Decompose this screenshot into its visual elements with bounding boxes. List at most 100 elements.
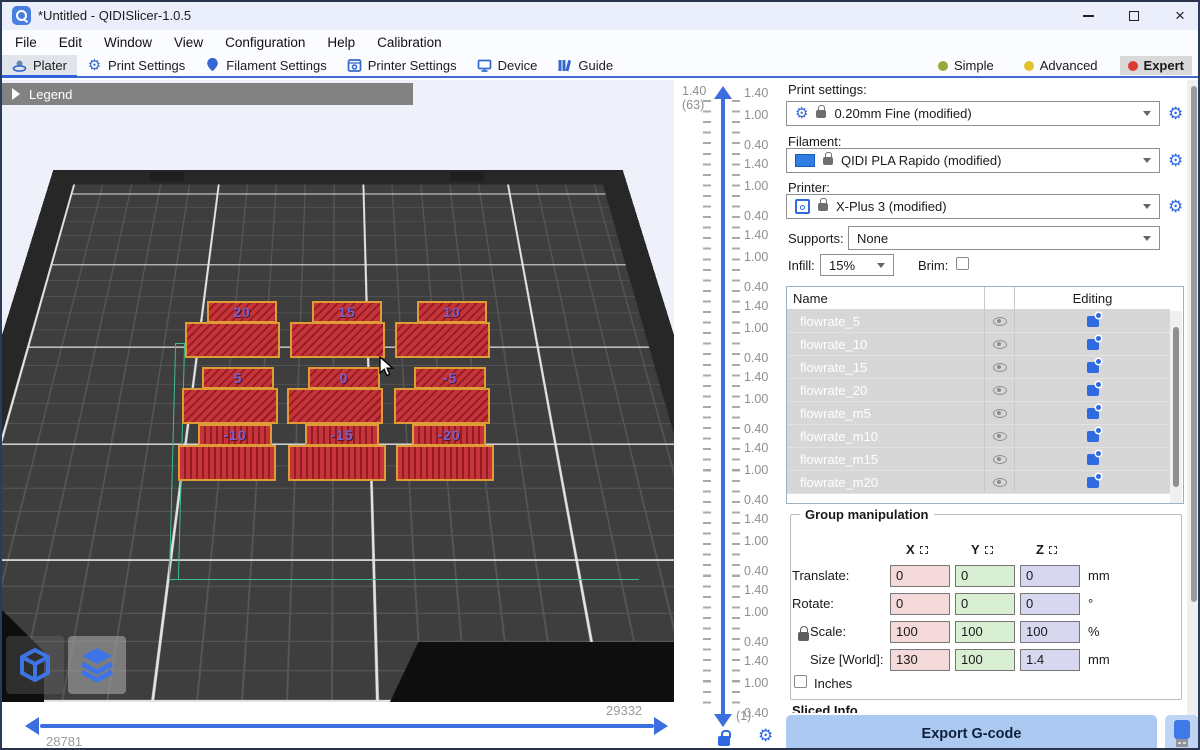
object-editing-icon[interactable] [1087,477,1099,488]
slider-settings-gear-icon[interactable]: ⚙ [758,726,773,746]
preview-layers-view-button[interactable] [68,636,126,694]
print-settings-dropdown[interactable]: ⚙ 0.20mm Fine (modified) [786,101,1160,126]
slider-left-arrow-icon[interactable] [25,717,39,735]
print-settings-edit-gear-icon[interactable]: ⚙ [1168,104,1183,124]
sizeworld-y-input[interactable]: 100 [955,649,1015,671]
filament-dropdown[interactable]: QIDI PLA Rapido (modified) [786,148,1160,173]
calibration-plate[interactable] [287,388,383,424]
minimize-button[interactable] [1068,2,1108,30]
panel-scroll-thumb[interactable] [1191,86,1197,602]
plate-value-tab[interactable]: 15 [312,301,382,323]
panel-scrollbar[interactable] [1187,80,1200,715]
object-row[interactable]: flowrate_10 [787,333,1170,356]
menu-edit[interactable]: Edit [48,30,93,55]
horizontal-move-slider[interactable]: 28781 29332 [2,702,674,750]
object-row[interactable]: flowrate_m10 [787,425,1170,448]
3d-editor-view-button[interactable] [6,636,64,694]
printer-edit-gear-icon[interactable]: ⚙ [1168,197,1183,217]
close-button[interactable]: × [1160,2,1200,30]
visibility-eye-icon[interactable] [993,432,1007,441]
rotate-z-input[interactable]: 0 [1020,593,1080,615]
plate-value-tab[interactable]: -10 [198,424,272,446]
visibility-eye-icon[interactable] [993,340,1007,349]
menu-view[interactable]: View [163,30,214,55]
object-row[interactable]: flowrate_m5 [787,402,1170,425]
maximize-button[interactable] [1114,2,1154,30]
mode-advanced[interactable]: Advanced [1016,56,1106,75]
tab-filament-settings[interactable]: Filament Settings [195,55,336,76]
rotate-y-input[interactable]: 0 [955,593,1015,615]
object-row[interactable]: flowrate_m15 [787,448,1170,471]
uniform-scale-lock-icon[interactable] [798,632,809,641]
plate-value-tab[interactable]: -5 [414,367,486,389]
calibration-plate[interactable] [396,445,494,481]
tab-printer-settings[interactable]: Printer Settings [337,55,467,76]
tab-plater[interactable]: Plater [2,55,77,76]
menu-calibration[interactable]: Calibration [366,30,453,55]
slider-track[interactable] [40,724,654,728]
sizeworld-z-input[interactable]: 1.4 [1020,649,1080,671]
object-row[interactable]: flowrate_m20 [787,471,1170,494]
visibility-eye-icon[interactable] [993,409,1007,418]
scale-z-input[interactable]: 100 [1020,621,1080,643]
slider-right-arrow-icon[interactable] [654,717,668,735]
tab-device[interactable]: Device [467,55,548,76]
visibility-eye-icon[interactable] [993,363,1007,372]
scale-y-input[interactable]: 100 [955,621,1015,643]
sizeworld-x-input[interactable]: 130 [890,649,950,671]
object-editing-icon[interactable] [1087,339,1099,350]
layer-slider-track[interactable] [721,99,725,715]
tab-print-settings[interactable]: ⚙ Print Settings [77,55,195,76]
legend-panel[interactable]: Legend [2,83,413,105]
inches-checkbox[interactable] [794,675,807,688]
object-row[interactable]: flowrate_15 [787,356,1170,379]
mode-expert[interactable]: Expert [1120,56,1192,75]
translate-y-input[interactable]: 0 [955,565,1015,587]
calibration-plate[interactable] [395,322,490,358]
plate-value-tab[interactable]: 5 [202,367,274,389]
layer-slider-upper-handle[interactable] [714,86,732,99]
brim-checkbox[interactable] [956,257,969,270]
plate-value-tab[interactable]: 20 [207,301,277,323]
calibration-plate[interactable] [185,322,280,358]
object-editing-icon[interactable] [1087,385,1099,396]
translate-x-input[interactable]: 0 [890,565,950,587]
plate-value-tab[interactable]: 10 [417,301,487,323]
object-editing-icon[interactable] [1087,362,1099,373]
calibration-plate[interactable] [178,445,276,481]
object-row[interactable]: flowrate_20 [787,379,1170,402]
object-list-scrollbar[interactable] [1170,311,1182,503]
plate-value-tab[interactable]: -20 [412,424,486,446]
menu-help[interactable]: Help [316,30,366,55]
tab-guide[interactable]: Guide [547,55,623,76]
menu-window[interactable]: Window [93,30,163,55]
menu-file[interactable]: File [4,30,48,55]
layer-slider[interactable]: 1.40 (63) 1.401.000.401.401.000.401.401.… [674,80,784,750]
calibration-plate[interactable] [394,388,490,424]
object-editing-icon[interactable] [1087,454,1099,465]
3d-viewport[interactable]: 20 15 10 5 0 -5 -10 -15 -20 Legend [2,80,674,702]
calibration-plate[interactable] [290,322,385,358]
printer-dropdown[interactable]: X-Plus 3 (modified) [786,194,1160,219]
object-row[interactable]: flowrate_5 [787,310,1170,333]
translate-z-input[interactable]: 0 [1020,565,1080,587]
object-editing-icon[interactable] [1087,316,1099,327]
visibility-eye-icon[interactable] [993,386,1007,395]
visibility-eye-icon[interactable] [993,317,1007,326]
calibration-plate[interactable] [288,445,386,481]
infill-dropdown[interactable]: 15% [820,254,894,276]
object-editing-icon[interactable] [1087,431,1099,442]
mode-simple[interactable]: Simple [930,56,1002,75]
calibration-plate[interactable] [182,388,278,424]
supports-dropdown[interactable]: None [848,226,1160,250]
filament-edit-gear-icon[interactable]: ⚙ [1168,151,1183,171]
visibility-eye-icon[interactable] [993,478,1007,487]
slider-lock-icon[interactable] [718,736,730,746]
layer-slider-lower-handle[interactable] [714,714,732,727]
plate-value-tab[interactable]: 0 [308,367,380,389]
plate-value-tab[interactable]: -15 [305,424,379,446]
export-gcode-button[interactable]: Export G-code [786,715,1157,750]
menu-configuration[interactable]: Configuration [214,30,316,55]
object-editing-icon[interactable] [1087,408,1099,419]
object-list-scroll-thumb[interactable] [1173,327,1179,487]
